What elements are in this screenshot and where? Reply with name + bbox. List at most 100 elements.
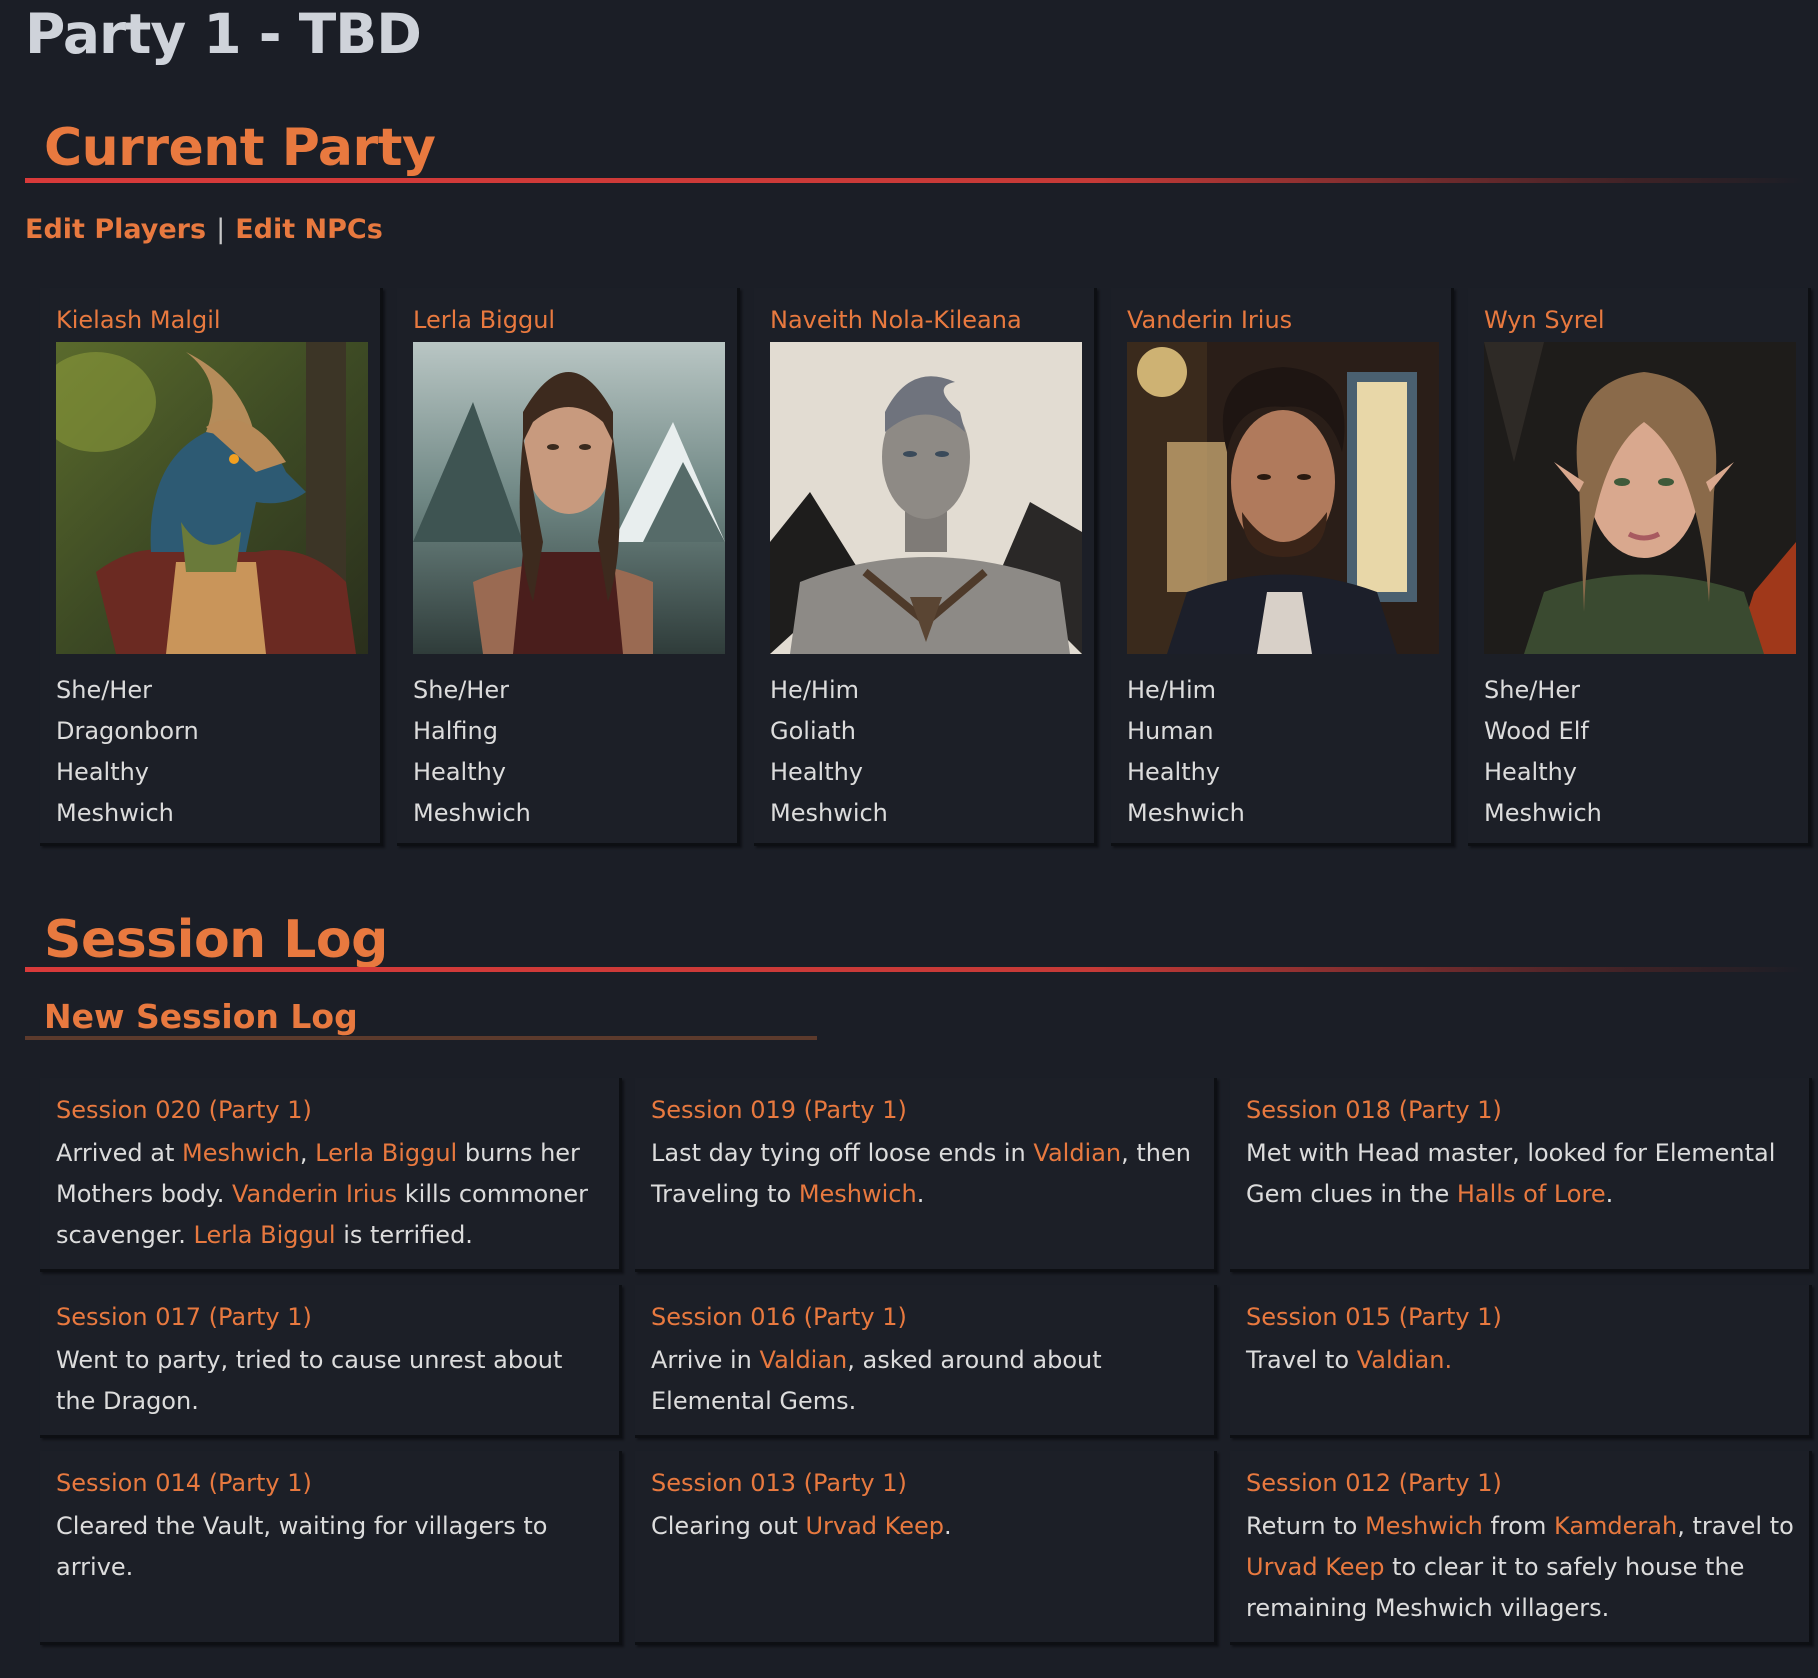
character-card: Lerla Biggul She/Her Halfing Healthy Mes…: [397, 288, 740, 846]
character-status: Healthy: [413, 758, 507, 786]
session-card: Session 015 (Party 1) Travel to Valdian.: [1230, 1285, 1812, 1438]
page: Party 1 - TBD Current Party Edit Players…: [0, 0, 1818, 1678]
dragonborn-portrait-image: [56, 342, 368, 654]
wiki-link[interactable]: Valdian.: [1357, 1346, 1452, 1374]
session-card: Session 017 (Party 1) Went to party, tri…: [40, 1285, 622, 1438]
session-description: Met with Head master, looked for Element…: [1246, 1133, 1796, 1215]
character-portrait[interactable]: [413, 342, 725, 654]
character-location: Meshwich: [56, 799, 174, 827]
human-portrait-image: [1127, 342, 1439, 654]
session-title-link[interactable]: Session 012 (Party 1): [1246, 1469, 1502, 1497]
session-title-link[interactable]: Session 014 (Party 1): [56, 1469, 312, 1497]
session-description: Return to Meshwich from Kamderah, travel…: [1246, 1506, 1796, 1629]
wiki-link[interactable]: Vanderin Irius: [232, 1180, 397, 1208]
edit-npcs-link[interactable]: Edit NPCs: [235, 214, 383, 245]
character-status: Healthy: [770, 758, 864, 786]
current-party-heading: Current Party: [44, 118, 436, 178]
heading-rule: [25, 178, 1805, 183]
wiki-link[interactable]: Meshwich: [182, 1139, 300, 1167]
session-title-link[interactable]: Session 018 (Party 1): [1246, 1096, 1502, 1124]
party-grid: Kielash Malgil She/Her Dragonborn Health…: [40, 288, 1818, 846]
character-name-link[interactable]: Vanderin Irius: [1127, 306, 1292, 334]
character-race: Wood Elf: [1484, 717, 1589, 745]
character-status: Healthy: [1484, 758, 1578, 786]
subheading-rule: [25, 1036, 817, 1040]
character-location: Meshwich: [770, 799, 888, 827]
description-text: Arrive in: [651, 1346, 760, 1374]
session-description: Clearing out Urvad Keep.: [651, 1506, 1201, 1547]
character-race: Human: [1127, 717, 1214, 745]
edit-links: Edit Players | Edit NPCs: [25, 214, 383, 245]
session-card: Session 013 (Party 1) Clearing out Urvad…: [635, 1451, 1217, 1645]
character-portrait[interactable]: [1484, 342, 1796, 654]
character-details: He/Him Human Healthy Meshwich: [1127, 670, 1245, 834]
session-grid: Session 020 (Party 1) Arrived at Meshwic…: [40, 1078, 1818, 1645]
wiki-link[interactable]: Meshwich: [1365, 1512, 1483, 1540]
character-pronouns: She/Her: [56, 676, 152, 704]
description-text: Clearing out: [651, 1512, 806, 1540]
character-details: She/Her Wood Elf Healthy Meshwich: [1484, 670, 1602, 834]
edit-players-link[interactable]: Edit Players: [25, 214, 206, 245]
character-location: Meshwich: [413, 799, 531, 827]
halfling-portrait-image: [413, 342, 725, 654]
wiki-link[interactable]: Urvad Keep: [1246, 1553, 1385, 1581]
wood-elf-portrait-image: [1484, 342, 1796, 654]
character-pronouns: He/Him: [1127, 676, 1216, 704]
character-pronouns: He/Him: [770, 676, 859, 704]
goliath-portrait-image: [770, 342, 1082, 654]
wiki-link[interactable]: Lerla Biggul: [315, 1139, 457, 1167]
new-session-log-link[interactable]: New Session Log: [44, 997, 358, 1036]
description-text: .: [943, 1512, 952, 1540]
character-race: Halfing: [413, 717, 498, 745]
wiki-link[interactable]: Valdian: [1033, 1139, 1121, 1167]
character-name-link[interactable]: Lerla Biggul: [413, 306, 555, 334]
description-text: Return to: [1246, 1512, 1365, 1540]
description-text: Went to party, tried to cause unrest abo…: [56, 1346, 563, 1415]
character-details: She/Her Halfing Healthy Meshwich: [413, 670, 531, 834]
heading-rule: [25, 967, 1805, 972]
character-location: Meshwich: [1127, 799, 1245, 827]
session-description: Travel to Valdian.: [1246, 1340, 1796, 1381]
session-description: Arrived at Meshwich, Lerla Biggul burns …: [56, 1133, 606, 1256]
link-separator: |: [216, 214, 226, 245]
character-portrait[interactable]: [56, 342, 368, 654]
page-title: Party 1 - TBD: [25, 2, 422, 66]
description-text: Travel to: [1246, 1346, 1357, 1374]
wiki-link[interactable]: Lerla Biggul: [194, 1221, 336, 1249]
character-name-link[interactable]: Wyn Syrel: [1484, 306, 1605, 334]
session-title-link[interactable]: Session 015 (Party 1): [1246, 1303, 1502, 1331]
description-text: .: [1605, 1180, 1614, 1208]
wiki-link[interactable]: Meshwich: [799, 1180, 917, 1208]
session-title-link[interactable]: Session 020 (Party 1): [56, 1096, 312, 1124]
wiki-link[interactable]: Kamderah: [1554, 1512, 1677, 1540]
character-name-link[interactable]: Kielash Malgil: [56, 306, 221, 334]
character-status: Healthy: [56, 758, 150, 786]
character-portrait[interactable]: [1127, 342, 1439, 654]
session-card: Session 014 (Party 1) Cleared the Vault,…: [40, 1451, 622, 1645]
character-details: He/Him Goliath Healthy Meshwich: [770, 670, 888, 834]
session-title-link[interactable]: Session 016 (Party 1): [651, 1303, 907, 1331]
description-text: .: [916, 1180, 925, 1208]
session-description: Went to party, tried to cause unrest abo…: [56, 1340, 606, 1422]
character-pronouns: She/Her: [1484, 676, 1580, 704]
character-card: Kielash Malgil She/Her Dragonborn Health…: [40, 288, 383, 846]
wiki-link[interactable]: Valdian: [760, 1346, 848, 1374]
character-name-link[interactable]: Naveith Nola-Kileana: [770, 306, 1022, 334]
session-title-link[interactable]: Session 017 (Party 1): [56, 1303, 312, 1331]
session-card: Session 016 (Party 1) Arrive in Valdian,…: [635, 1285, 1217, 1438]
character-card: Wyn Syrel She/Her Wood Elf Healthy Meshw…: [1468, 288, 1811, 846]
character-portrait[interactable]: [770, 342, 1082, 654]
character-race: Dragonborn: [56, 717, 199, 745]
session-card: Session 012 (Party 1) Return to Meshwich…: [1230, 1451, 1812, 1645]
session-title-link[interactable]: Session 013 (Party 1): [651, 1469, 907, 1497]
character-race: Goliath: [770, 717, 856, 745]
session-title-link[interactable]: Session 019 (Party 1): [651, 1096, 907, 1124]
session-card: Session 018 (Party 1) Met with Head mast…: [1230, 1078, 1812, 1272]
description-text: Cleared the Vault, waiting for villagers…: [56, 1512, 548, 1581]
wiki-link[interactable]: Urvad Keep: [805, 1512, 944, 1540]
character-details: She/Her Dragonborn Healthy Meshwich: [56, 670, 199, 834]
description-text: , travel to: [1677, 1512, 1794, 1540]
wiki-link[interactable]: Halls of Lore: [1457, 1180, 1606, 1208]
session-card: Session 019 (Party 1) Last day tying off…: [635, 1078, 1217, 1272]
character-status: Healthy: [1127, 758, 1221, 786]
